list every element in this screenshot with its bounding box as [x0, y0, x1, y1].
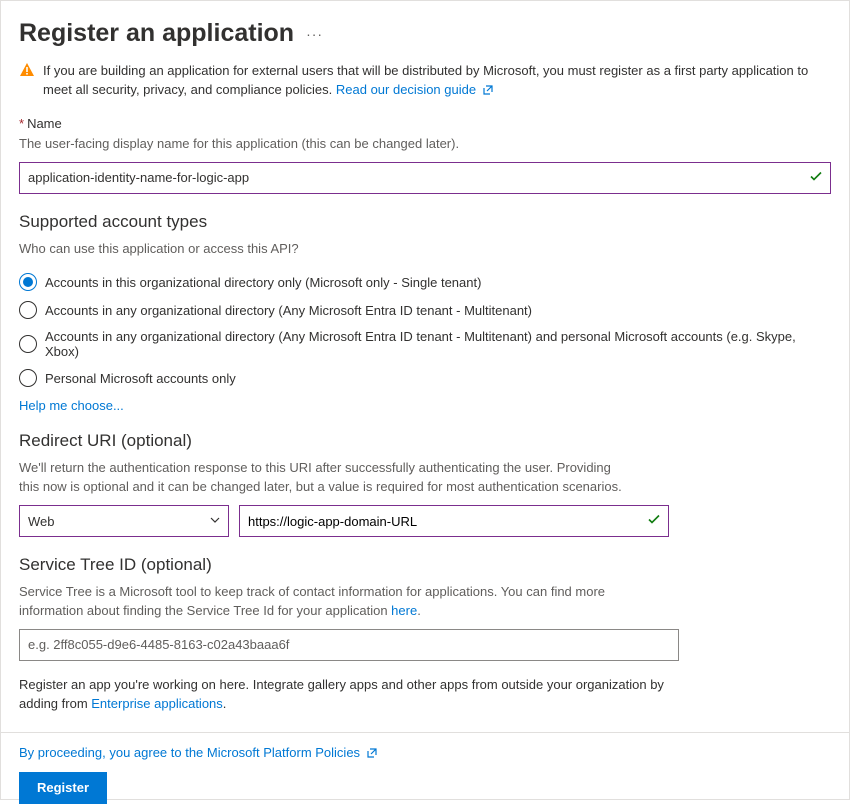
- external-link-icon: [366, 747, 378, 762]
- required-asterisk: *: [19, 116, 24, 131]
- service-tree-help: Service Tree is a Microsoft tool to keep…: [19, 583, 831, 621]
- register-button[interactable]: Register: [19, 772, 107, 804]
- service-tree-heading: Service Tree ID (optional): [19, 555, 831, 575]
- account-types-question: Who can use this application or access t…: [19, 240, 831, 259]
- account-type-option-2[interactable]: Accounts in any organizational directory…: [19, 324, 831, 364]
- footer-note: Register an app you're working on here. …: [19, 675, 699, 714]
- more-actions-button[interactable]: ···: [306, 26, 323, 42]
- redirect-uri-help: We'll return the authentication response…: [19, 459, 831, 497]
- warning-banner: If you are building an application for e…: [19, 58, 831, 116]
- enterprise-applications-link[interactable]: Enterprise applications: [91, 696, 223, 711]
- name-label: *Name: [19, 116, 831, 131]
- divider: [1, 732, 849, 733]
- external-link-icon: [482, 83, 494, 102]
- redirect-uri-heading: Redirect URI (optional): [19, 431, 831, 451]
- register-application-pane: Register an application ··· If you are b…: [0, 0, 850, 800]
- page-title: Register an application: [19, 19, 294, 48]
- platform-select[interactable]: Web: [19, 505, 229, 537]
- service-tree-id-input[interactable]: [19, 629, 679, 661]
- check-icon: [647, 513, 661, 530]
- check-icon: [809, 169, 823, 186]
- name-help: The user-facing display name for this ap…: [19, 135, 831, 154]
- account-types-heading: Supported account types: [19, 212, 831, 232]
- radio-icon: [19, 335, 37, 353]
- radio-icon: [19, 273, 37, 291]
- account-type-option-3[interactable]: Personal Microsoft accounts only: [19, 364, 831, 392]
- name-input[interactable]: [19, 162, 831, 194]
- warning-icon: [19, 62, 35, 102]
- help-me-choose-link[interactable]: Help me choose...: [19, 398, 124, 413]
- radio-icon: [19, 301, 37, 319]
- radio-icon: [19, 369, 37, 387]
- service-tree-here-link[interactable]: here: [391, 603, 417, 618]
- platform-policies-link[interactable]: By proceeding, you agree to the Microsof…: [19, 745, 831, 762]
- chevron-down-icon: [210, 515, 220, 528]
- account-type-option-1[interactable]: Accounts in any organizational directory…: [19, 296, 831, 324]
- account-type-option-0[interactable]: Accounts in this organizational director…: [19, 268, 831, 296]
- account-types-radio-group: Accounts in this organizational director…: [19, 268, 831, 392]
- decision-guide-link[interactable]: Read our decision guide: [336, 82, 494, 97]
- redirect-uri-input[interactable]: [239, 505, 669, 537]
